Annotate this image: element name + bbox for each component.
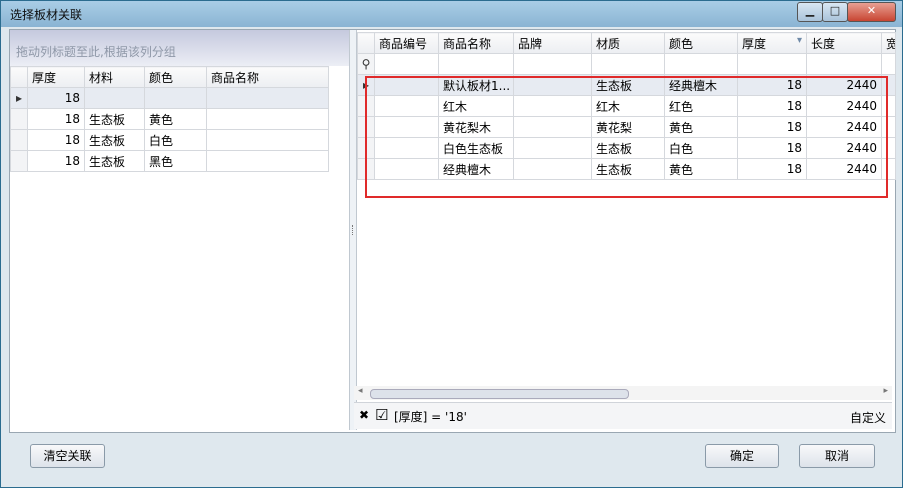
table-cell[interactable]: 18 bbox=[27, 108, 85, 130]
filter-cell[interactable] bbox=[374, 53, 439, 75]
table-cell[interactable]: 18 bbox=[27, 87, 85, 109]
table-cell[interactable]: 生态板 bbox=[84, 108, 145, 130]
table-cell[interactable] bbox=[206, 108, 329, 130]
table-cell[interactable] bbox=[84, 87, 145, 109]
title-bar[interactable]: 选择板材关联 ▁ □ ✕ bbox=[1, 1, 902, 27]
left-grid: 厚度 材料 颜色 商品名称 ▸ 18 18 生态板 黄色 18 生态板 白色 1… bbox=[10, 66, 329, 172]
filter-cell[interactable] bbox=[664, 53, 738, 75]
table-cell[interactable]: 生态板 bbox=[84, 150, 145, 172]
filter-row-icon: ⚲ bbox=[357, 53, 375, 75]
left-grid-panel: 拖动列标题至此,根据该列分组 厚度 材料 颜色 商品名称 ▸ 18 18 生态板… bbox=[10, 30, 350, 430]
right-grid-header: 商品编号 商品名称 品牌 材质 颜色 厚度 ▾ 长度 宽 bbox=[357, 32, 896, 54]
filter-cell[interactable] bbox=[438, 53, 514, 75]
filter-cell[interactable] bbox=[737, 53, 807, 75]
customize-filter-link[interactable]: 自定义 bbox=[850, 409, 886, 426]
table-cell[interactable] bbox=[206, 150, 329, 172]
splitter-grip-icon bbox=[352, 225, 355, 235]
column-header[interactable]: 商品名称 bbox=[206, 66, 329, 88]
scrollbar-thumb[interactable] bbox=[370, 389, 629, 399]
filter-cell[interactable] bbox=[806, 53, 882, 75]
table-cell[interactable] bbox=[144, 87, 207, 109]
filter-cell[interactable] bbox=[591, 53, 665, 75]
clear-filter-icon[interactable]: ✖ bbox=[359, 408, 369, 422]
column-header[interactable]: 品牌 bbox=[513, 32, 592, 54]
table-cell[interactable] bbox=[206, 87, 329, 109]
filter-cell[interactable] bbox=[513, 53, 592, 75]
group-by-panel[interactable]: 拖动列标题至此,根据该列分组 bbox=[10, 30, 349, 66]
column-header[interactable]: 颜色 bbox=[664, 32, 738, 54]
clear-association-button[interactable]: 清空关联 bbox=[30, 444, 105, 468]
column-header[interactable]: 宽 bbox=[881, 32, 896, 54]
column-header[interactable]: 商品编号 bbox=[374, 32, 439, 54]
table-cell[interactable] bbox=[206, 129, 329, 151]
row-indicator bbox=[10, 108, 28, 130]
table-cell[interactable]: 黄色 bbox=[144, 108, 207, 130]
column-header[interactable]: 长度 bbox=[806, 32, 882, 54]
minimize-button[interactable]: ▁ bbox=[797, 2, 823, 22]
row-indicator-header bbox=[357, 32, 375, 54]
row-indicator bbox=[10, 129, 28, 151]
highlight-annotation-box bbox=[365, 76, 888, 198]
table-cell[interactable]: 18 bbox=[27, 129, 85, 151]
column-header[interactable]: 材料 bbox=[84, 66, 145, 88]
close-button[interactable]: ✕ bbox=[847, 2, 896, 22]
filter-panel: ✖ ☑ [厚度] = '18' 自定义 bbox=[354, 402, 892, 429]
dialog-window: 选择板材关联 ▁ □ ✕ 拖动列标题至此,根据该列分组 厚度 材料 颜色 商品名… bbox=[0, 0, 903, 488]
filter-expression[interactable]: [厚度] = '18' bbox=[394, 408, 467, 425]
row-indicator bbox=[10, 150, 28, 172]
ok-button[interactable]: 确定 bbox=[705, 444, 779, 468]
table-row[interactable]: 18 生态板 白色 bbox=[10, 129, 329, 151]
row-pointer-icon: ▸ bbox=[10, 87, 28, 109]
table-cell[interactable]: 白色 bbox=[144, 129, 207, 151]
column-header[interactable]: 材质 bbox=[591, 32, 665, 54]
scroll-right-icon[interactable]: ▸ bbox=[883, 386, 888, 396]
filter-funnel-icon[interactable]: ▾ bbox=[797, 35, 802, 46]
filter-enabled-checkbox[interactable]: ☑ bbox=[375, 406, 388, 424]
table-row[interactable]: 18 生态板 黑色 bbox=[10, 150, 329, 172]
table-row[interactable]: 18 生态板 黄色 bbox=[10, 108, 329, 130]
table-cell[interactable]: 黑色 bbox=[144, 150, 207, 172]
table-row[interactable]: ▸ 18 bbox=[10, 87, 329, 109]
group-by-hint: 拖动列标题至此,根据该列分组 bbox=[16, 45, 176, 59]
column-header[interactable]: 颜色 bbox=[144, 66, 207, 88]
column-header[interactable]: 商品名称 bbox=[438, 32, 514, 54]
auto-filter-row[interactable]: ⚲ bbox=[357, 53, 896, 75]
scroll-left-icon[interactable]: ◂ bbox=[358, 386, 363, 396]
filter-cell[interactable] bbox=[881, 53, 896, 75]
column-header-label: 厚度 bbox=[742, 36, 767, 51]
cancel-button[interactable]: 取消 bbox=[799, 444, 875, 468]
table-cell[interactable]: 生态板 bbox=[84, 129, 145, 151]
window-title: 选择板材关联 bbox=[10, 8, 83, 22]
column-header[interactable]: 厚度 bbox=[27, 66, 85, 88]
row-indicator-header bbox=[10, 66, 28, 88]
maximize-button[interactable]: □ bbox=[822, 2, 848, 22]
table-cell[interactable]: 18 bbox=[27, 150, 85, 172]
left-grid-header: 厚度 材料 颜色 商品名称 bbox=[10, 66, 329, 88]
column-header-thickness[interactable]: 厚度 ▾ bbox=[737, 32, 807, 54]
